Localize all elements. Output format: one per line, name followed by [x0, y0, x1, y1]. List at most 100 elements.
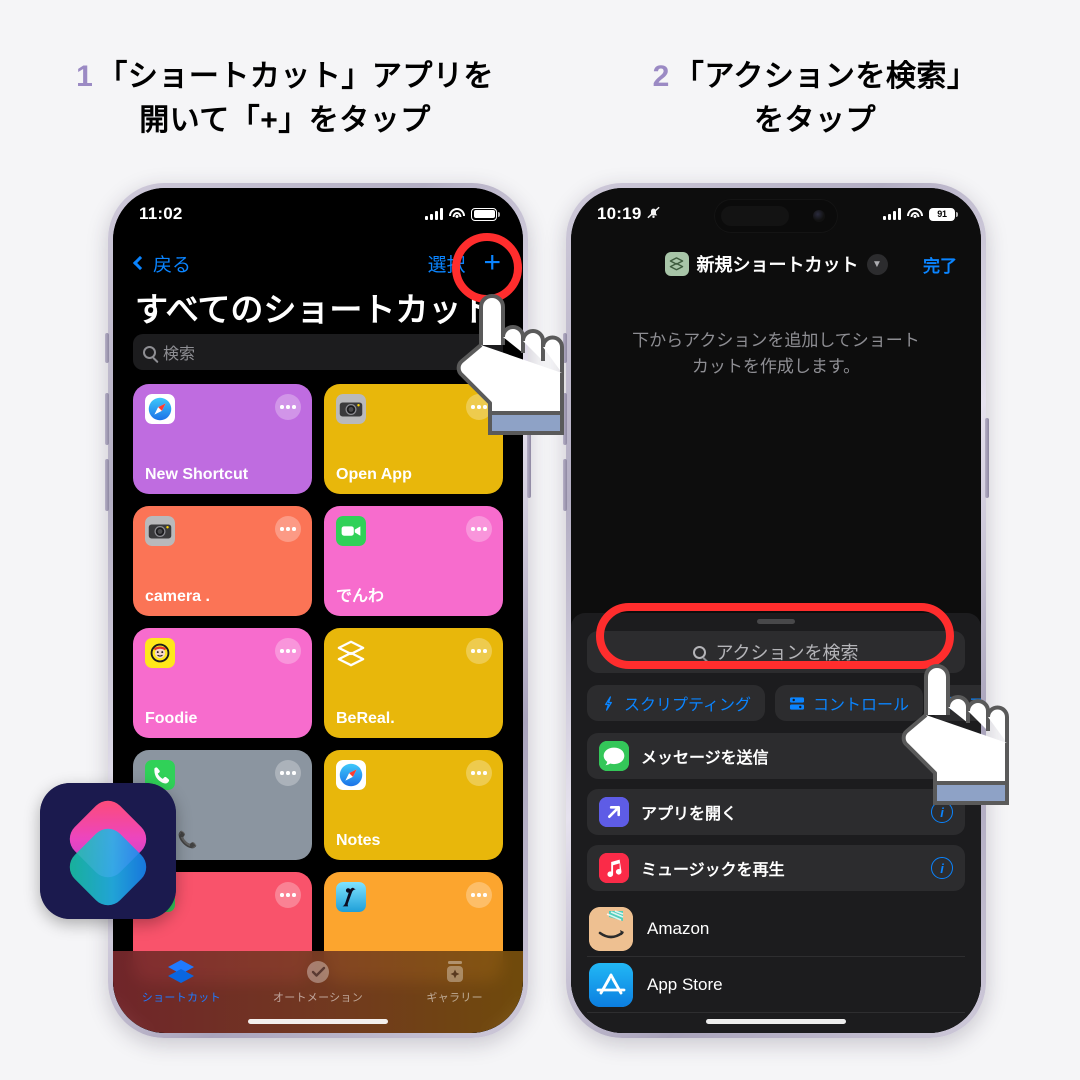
foodie-icon: [145, 638, 175, 668]
tile-more-button[interactable]: [275, 882, 301, 908]
volume-up-button[interactable]: [105, 393, 109, 445]
tile-label: camera .: [145, 588, 210, 605]
select-button[interactable]: 選択: [427, 250, 465, 277]
chip-label: スクリプティング: [624, 697, 752, 714]
back-button[interactable]: 戻る: [132, 250, 192, 277]
tab-label: ギャラリー: [426, 992, 483, 1004]
app-row[interactable]: App Store: [587, 957, 965, 1013]
info-icon[interactable]: i: [931, 857, 953, 879]
camera-icon: [336, 394, 366, 424]
shortcuts-glyph-icon: [664, 252, 689, 276]
caption-line-2: をタップ: [754, 103, 876, 137]
safari-icon: [145, 394, 175, 424]
shortcut-tile[interactable]: Foodie: [133, 628, 312, 738]
power-button[interactable]: [985, 418, 989, 498]
clock-check-icon: [307, 961, 329, 983]
hint-line-2: カットを作成します。: [691, 356, 861, 376]
battery-icon: 91: [929, 207, 958, 221]
tile-more-button[interactable]: [466, 882, 492, 908]
camera-icon: [145, 516, 175, 546]
chevron-down-icon[interactable]: ▼: [866, 253, 888, 275]
wifi-icon: [907, 208, 923, 220]
tile-more-button[interactable]: [466, 638, 492, 664]
caption-line-2: 開いて「+」をタップ: [139, 103, 431, 137]
mute-switch[interactable]: [105, 333, 109, 363]
shortcut-tile[interactable]: camera .: [133, 506, 312, 616]
app-label: App Store: [647, 974, 723, 994]
new-shortcut-editor-screen: 10:19 91 新規ショートカット ▼ 完了 下からアクションを追加してショー…: [571, 188, 981, 1033]
wifi-icon: [449, 208, 465, 220]
tile-label: Notes: [336, 832, 381, 849]
tile-more-button[interactable]: [275, 638, 301, 664]
step-number-1: 1: [76, 60, 94, 93]
safari-icon: [336, 760, 366, 790]
right-phone-frame: 10:19 91 新規ショートカット ▼ 完了 下からアクションを追加してショー…: [563, 183, 989, 1038]
tile-label: Foodie: [145, 710, 198, 727]
chevron-left-icon: [132, 255, 148, 271]
script-icon: [605, 695, 612, 711]
shortcut-title-button[interactable]: 新規ショートカット ▼: [664, 251, 888, 277]
battery-percent: 91: [937, 209, 947, 219]
status-time: 11:02: [139, 204, 183, 223]
battery-icon: [471, 207, 500, 221]
tile-more-button[interactable]: [466, 760, 492, 786]
home-indicator: [706, 1019, 846, 1024]
layers-icon: [168, 960, 195, 983]
search-placeholder: 検索: [163, 346, 196, 363]
cellular-signal-icon: [883, 208, 901, 220]
dynamic-island: [714, 199, 838, 233]
add-shortcut-button[interactable]: +: [483, 248, 501, 278]
shortcuts-grid: New Shortcut Open App camera . でんわ Foodie BeR…: [133, 384, 503, 1033]
home-indicator: [248, 1019, 388, 1024]
volume-down-button[interactable]: [105, 459, 109, 511]
app-row[interactable]: Amazon: [587, 901, 965, 957]
shortcut-tile[interactable]: BeReal.: [324, 628, 503, 738]
island-pill: [721, 206, 789, 226]
amazon-icon: [589, 906, 633, 951]
editor-navigation-bar: 新規ショートカット ▼ 完了: [571, 240, 981, 288]
tile-more-button[interactable]: [275, 394, 301, 420]
shortcut-tile[interactable]: でんわ: [324, 506, 503, 616]
step-number-2: 2: [652, 60, 670, 93]
kindle-icon: [336, 882, 366, 912]
front-camera-icon: [813, 210, 825, 222]
shortcut-tile[interactable]: New Shortcut: [133, 384, 312, 494]
hint-line-1: 下からアクションを追加してショート: [632, 331, 920, 350]
shortcuts-glyph-icon: [336, 638, 366, 668]
tile-more-button[interactable]: [275, 516, 301, 542]
caption-line-1: 「ショートカット」アプリを: [97, 60, 494, 93]
tile-more-button[interactable]: [275, 760, 301, 786]
tile-more-button[interactable]: [466, 516, 492, 542]
caption-line-1: 「アクションを検索」: [673, 60, 978, 93]
pointing-hand-cursor: [901, 664, 1009, 805]
sheet-grabber[interactable]: [757, 619, 795, 624]
status-bar: 11:02: [113, 188, 523, 240]
caption-step-2: 2 「アクションを検索」 をタップ: [560, 55, 1070, 142]
action-row[interactable]: ミュージックを再生 i: [587, 845, 965, 891]
facetime-icon: [336, 516, 366, 546]
status-time: 10:19: [597, 204, 642, 223]
back-button-label: 戻る: [153, 254, 192, 276]
volume-down-button[interactable]: [563, 459, 567, 511]
chip-scripting[interactable]: スクリプティング: [587, 685, 766, 721]
action-label: アプリを開く: [641, 806, 738, 823]
tab-shortcuts[interactable]: ショートカット: [113, 959, 250, 1005]
caption-step-1: 1 「ショートカット」アプリを 開いて「+」をタップ: [10, 55, 560, 142]
messages-icon: [599, 741, 629, 771]
tile-label: BeReal.: [336, 710, 395, 727]
search-icon: [143, 345, 156, 359]
done-button[interactable]: 完了: [923, 252, 957, 277]
control-icon: [790, 696, 805, 710]
tab-gallery[interactable]: ギャラリー: [386, 959, 523, 1005]
shortcut-title: 新規ショートカット: [696, 255, 859, 275]
shortcut-tile[interactable]: Notes: [324, 750, 503, 860]
music-icon: [599, 853, 629, 883]
tab-label: ショートカット: [141, 992, 221, 1004]
appstore-icon: [589, 962, 633, 1007]
app-label: Amazon: [647, 918, 710, 938]
tab-automation[interactable]: オートメーション: [250, 959, 387, 1005]
gallery-jar-icon: [446, 961, 463, 982]
poster-root: 1 「ショートカット」アプリを 開いて「+」をタップ 2 「アクションを検索」 をタ…: [0, 0, 1080, 1080]
right-phone-screen-bezel: 10:19 91 新規ショートカット ▼ 完了 下からアクションを追加してショー…: [571, 188, 981, 1033]
pointing-hand-cursor: [456, 294, 564, 435]
